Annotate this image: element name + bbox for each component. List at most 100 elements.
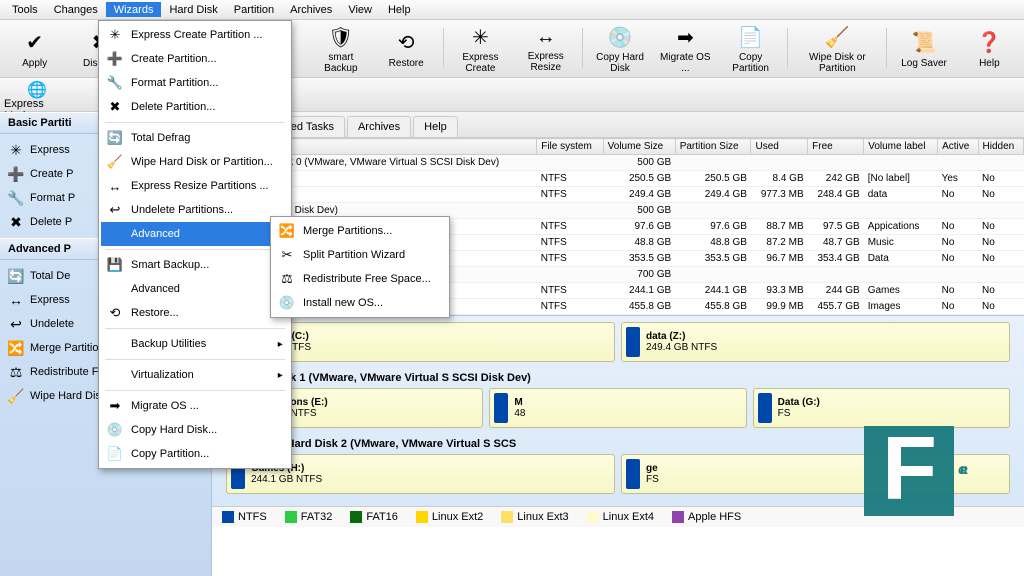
disk-map-title: Basic MBR Hard Disk 2 (VMware, VMware Vi… (218, 434, 1018, 454)
column-header[interactable]: Volume label (864, 139, 938, 155)
partition-block[interactable]: data (Z:)249.4 GB NTFS (621, 322, 1010, 362)
backup-icon: 🛡 (328, 25, 354, 50)
disk-row[interactable]: c MBR Hard Disk 0 (VMware, VMware Virtua… (213, 155, 1024, 171)
column-header[interactable]: Partition Size (675, 139, 751, 155)
disk-map-title: BR Hard Disk 1 (VMware, VMware Virtual S… (218, 368, 1018, 388)
item-icon: 🔄 (8, 268, 24, 284)
menu-item-label: Total Defrag (131, 132, 190, 144)
log-saver-button[interactable]: 📜Log Saver (893, 24, 954, 74)
item-icon: ↔ (8, 292, 24, 308)
menu-item-label: Migrate OS ... (131, 400, 199, 412)
restore-button[interactable]: ⟲Restore (376, 24, 437, 74)
column-header[interactable]: Used (751, 139, 808, 155)
menu-item-label: Advanced (131, 283, 180, 295)
menu-item[interactable]: ➕Create Partition... (101, 47, 289, 71)
menu-item[interactable]: 🧹Wipe Hard Disk or Partition... (101, 150, 289, 174)
menu-item[interactable]: Backup Utilities (101, 332, 289, 356)
column-header[interactable]: Volume Size (603, 139, 675, 155)
menu-view[interactable]: View (340, 2, 380, 17)
help-button[interactable]: ❓Help (959, 24, 1020, 74)
column-header[interactable]: Active (938, 139, 978, 155)
express-resize-button[interactable]: ↔Express Resize (515, 24, 576, 74)
menu-item[interactable]: Advanced (101, 222, 289, 246)
filesystem-legend: NTFSFAT32FAT16Linux Ext2Linux Ext3Linux … (212, 506, 1024, 527)
partition-row[interactable]: Local Disk (C:)NTFS250.5 GB250.5 GB8.4 G… (213, 171, 1024, 187)
fs-swatch (494, 393, 508, 423)
partition-block[interactable]: M48 (489, 388, 746, 428)
menu-item[interactable]: ⟲Restore... (101, 301, 289, 325)
item-icon: 🔧 (8, 190, 24, 206)
menu-item[interactable]: ➡Migrate OS ... (101, 394, 289, 418)
express-mode-button[interactable]: 🌐Express Mode (4, 80, 68, 109)
disk-map-bar: cal Disk (C:)0.5 GB NTFSdata (Z:)249.4 G… (218, 322, 1018, 368)
menu-item[interactable]: 🔧Format Partition... (101, 71, 289, 95)
menu-item-icon: 🔧 (107, 75, 123, 91)
sidebar-item-label: Delete P (30, 216, 72, 228)
menu-changes[interactable]: Changes (46, 2, 106, 17)
menu-item[interactable]: Virtualization (101, 363, 289, 387)
partition-block[interactable]: Data (G:)FS (753, 388, 1010, 428)
menu-item[interactable]: ↔Express Resize Partitions ... (101, 174, 289, 198)
copy-hard-disk-button[interactable]: 💿Copy Hard Disk (589, 24, 650, 74)
smart-backup-button[interactable]: 🛡smart Backup (310, 24, 371, 74)
tab[interactable]: Archives (347, 116, 411, 137)
menu-item[interactable]: ✖ Delete Partition... (101, 95, 289, 119)
menu-separator (105, 122, 285, 123)
item-icon: 🔀 (8, 340, 24, 356)
separator (582, 28, 583, 68)
menu-separator (105, 328, 285, 329)
menu-item[interactable]: ✳Express Create Partition ... (101, 23, 289, 47)
resize-icon: ↔ (533, 25, 559, 49)
legend-item: FAT16 (350, 511, 398, 523)
legend-item: NTFS (222, 511, 267, 523)
menu-item-label: Smart Backup... (131, 259, 209, 271)
sidebar-item-label: Format P (30, 192, 75, 204)
menu-item[interactable]: 💿Install new OS... (273, 291, 447, 315)
legend-swatch (587, 511, 599, 523)
menu-partition[interactable]: Partition (226, 2, 282, 17)
menu-item-label: Delete Partition... (131, 101, 215, 113)
partition-block[interactable]: geFS (621, 454, 1010, 494)
column-header[interactable]: Hidden (978, 139, 1023, 155)
column-header[interactable]: Free (808, 139, 864, 155)
migrate-os-button[interactable]: ➡Migrate OS ... (655, 24, 716, 74)
menu-item[interactable]: Advanced (101, 277, 289, 301)
express-create-button[interactable]: ✳Express Create (450, 24, 511, 74)
partition-row[interactable]: data (Z:)NTFS249.4 GB249.4 GB977.3 MB248… (213, 187, 1024, 203)
menu-item-icon: 🧹 (107, 154, 123, 170)
copy-partition-button[interactable]: 📄Copy Partition (720, 24, 781, 74)
menu-item-label: Restore... (131, 307, 179, 319)
wizards-menu: ✳Express Create Partition ...➕Create Par… (98, 20, 292, 469)
menu-hard-disk[interactable]: Hard Disk (161, 2, 225, 17)
menu-item[interactable]: 🔀Merge Partitions... (273, 219, 447, 243)
menu-item-icon: 💾 (107, 257, 123, 273)
menu-item-label: Undelete Partitions... (131, 204, 233, 216)
menu-item-label: Virtualization (131, 369, 194, 381)
menu-item-label: Merge Partitions... (303, 225, 392, 237)
migrate-icon: ➡ (672, 25, 698, 50)
menu-item[interactable]: 💿Copy Hard Disk... (101, 418, 289, 442)
menu-item-icon: ↔ (107, 178, 123, 194)
menu-item[interactable]: ⚖Redistribute Free Space... (273, 267, 447, 291)
menu-item[interactable]: ↩Undelete Partitions... (101, 198, 289, 222)
menu-item[interactable]: 📄Copy Partition... (101, 442, 289, 466)
menu-archives[interactable]: Archives (282, 2, 340, 17)
menu-wizards[interactable]: Wizards (106, 2, 162, 17)
menu-item-icon: ✖ (107, 99, 123, 115)
apply-button[interactable]: ✔Apply (4, 24, 65, 74)
menu-help[interactable]: Help (380, 2, 419, 17)
menu-tools[interactable]: Tools (4, 2, 46, 17)
tab[interactable]: Help (413, 116, 458, 137)
menu-item[interactable]: 💾 Smart Backup... (101, 253, 289, 277)
disk-map-bar: Games (H:)244.1 GB NTFSgeFS (218, 454, 1018, 500)
legend-item: Apple HFS (672, 511, 741, 523)
item-icon: ⚖ (8, 364, 24, 380)
legend-item: Linux Ext4 (587, 511, 654, 523)
wipe-button[interactable]: 🧹Wipe Disk or Partition (794, 24, 880, 74)
menu-item[interactable]: ✂Split Partition Wizard (273, 243, 447, 267)
menu-item-icon: ⚖ (279, 271, 295, 287)
menu-item-label: Split Partition Wizard (303, 249, 405, 261)
column-header[interactable]: File system (537, 139, 603, 155)
item-icon: ✳ (8, 142, 24, 158)
menu-item[interactable]: 🔄Total Defrag (101, 126, 289, 150)
